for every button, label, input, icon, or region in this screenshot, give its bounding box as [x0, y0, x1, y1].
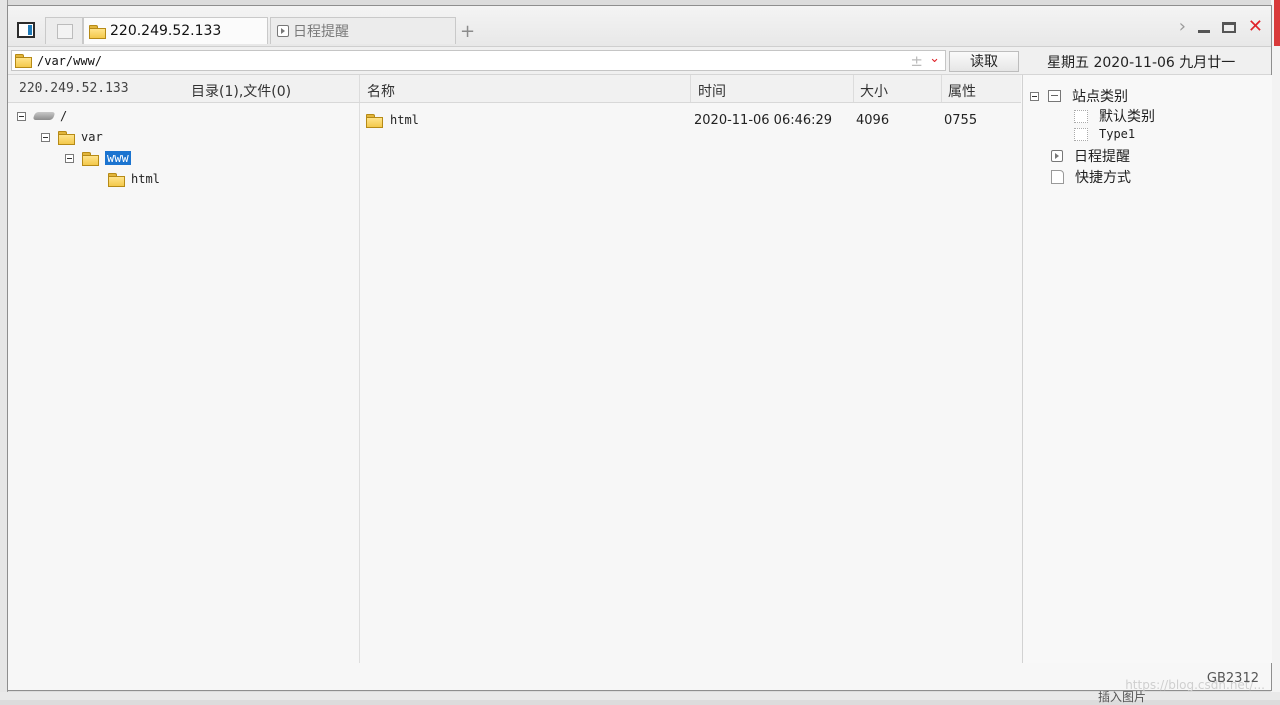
type1-label: Type1 [1099, 127, 1136, 141]
blank-page-icon [57, 23, 73, 39]
column-header-name[interactable]: 名称 [367, 81, 395, 101]
schedule-icon [1051, 150, 1063, 162]
tab-server-label: 220.249.52.133 [110, 23, 222, 39]
encoding-status[interactable]: GB2312 [1207, 671, 1259, 686]
column-header-size[interactable]: 大小 [860, 81, 888, 101]
next-tab-icon[interactable]: › [1179, 18, 1186, 36]
shortcut-label: 快捷方式 [1075, 170, 1131, 186]
background-bottom-edge [0, 692, 1280, 700]
column-header-attr[interactable]: 属性 [948, 81, 976, 101]
collapse-icon[interactable] [41, 132, 50, 142]
tree-node-label: html [131, 172, 160, 186]
address-row: ± ⌄ 读取 星期五 2020-11-06 九月廿一 [8, 47, 1271, 75]
column-divider [853, 75, 854, 102]
path-input[interactable] [37, 53, 897, 68]
folder-open-icon [82, 151, 99, 166]
tree-host-header: 220.249.52.133 [19, 81, 129, 96]
background-red-tab [1274, 0, 1280, 46]
close-icon[interactable]: ✕ [1248, 18, 1263, 36]
tree-node-label: var [81, 130, 103, 144]
category-icon [1048, 90, 1061, 102]
window-controls: › ✕ [1167, 18, 1263, 36]
minimize-icon[interactable] [1197, 29, 1210, 33]
tree-node-label-selected: www [105, 151, 131, 165]
category-item-icon [1074, 109, 1088, 123]
tab-schedule[interactable]: 日程提醒 [270, 17, 456, 44]
tree-node-label: / [60, 109, 68, 123]
shortcut-node[interactable]: 快捷方式 [1051, 167, 1131, 187]
column-header-row: 220.249.52.133 目录(1),文件(0) 名称 时间 大小 属性 [8, 75, 1021, 103]
default-category-node[interactable]: 默认类别 [1074, 106, 1155, 126]
drive-icon [32, 112, 56, 120]
column-divider [690, 75, 691, 102]
maximize-icon[interactable] [1221, 21, 1236, 33]
tab-bar: 220.249.52.133 日程提醒 + › ✕ [8, 6, 1271, 47]
shortcut-icon [1051, 170, 1064, 184]
chevron-down-icon[interactable]: ⌄ [929, 51, 940, 66]
file-name: html [390, 113, 419, 127]
tab-server[interactable]: 220.249.52.133 [83, 17, 268, 44]
background-right-edge [1271, 0, 1280, 700]
bookmark-icon[interactable]: ± [910, 52, 923, 70]
folder-icon [89, 24, 106, 39]
tab-blank[interactable] [45, 17, 83, 44]
collapse-icon[interactable] [65, 153, 74, 163]
type1-node[interactable]: Type1 [1074, 127, 1135, 141]
read-button[interactable]: 读取 [949, 51, 1019, 72]
tab-schedule-label: 日程提醒 [293, 24, 349, 40]
add-tab-button[interactable]: + [460, 21, 475, 42]
schedule-icon [277, 25, 289, 37]
tree-node-root[interactable]: / [17, 109, 67, 123]
collapse-icon[interactable] [1030, 91, 1039, 101]
site-category-label: 站点类别 [1072, 89, 1128, 105]
file-manager-window: 220.249.52.133 日程提醒 + › ✕ ± ⌄ 读取 星期五 202… [7, 5, 1272, 692]
directory-tree: / var www html [8, 103, 360, 663]
column-header-time[interactable]: 时间 [698, 81, 726, 101]
file-time: 2020-11-06 06:46:29 [694, 113, 833, 128]
collapse-icon[interactable] [17, 111, 26, 121]
tree-node-www[interactable]: www [65, 151, 131, 166]
schedule-node[interactable]: 日程提醒 [1051, 146, 1130, 166]
column-divider [359, 75, 360, 102]
file-attr: 0755 [944, 113, 978, 128]
panel-toggle-icon[interactable] [17, 22, 35, 38]
folder-icon [58, 130, 75, 145]
address-bar: ± ⌄ [11, 50, 946, 71]
folder-icon [366, 114, 383, 128]
default-category-label: 默认类别 [1099, 109, 1155, 125]
tree-node-html[interactable]: html [103, 172, 160, 187]
category-item-icon [1074, 127, 1088, 141]
tree-node-var[interactable]: var [41, 130, 103, 145]
date-label: 星期五 2020-11-06 九月廿一 [1047, 55, 1236, 71]
folder-icon [108, 172, 125, 187]
file-size: 4096 [856, 113, 890, 128]
file-row[interactable]: html 2020-11-06 06:46:29 4096 0755 [360, 112, 1021, 132]
site-category-node[interactable]: 站点类别 [1030, 86, 1128, 106]
side-panel: 站点类别 默认类别 Type1 日程提醒 快捷方式 [1022, 75, 1272, 663]
schedule-label: 日程提醒 [1074, 149, 1130, 165]
tree-count-header: 目录(1),文件(0) [191, 84, 292, 100]
file-list: html 2020-11-06 06:46:29 4096 0755 [360, 103, 1021, 663]
column-divider [941, 75, 942, 102]
folder-icon [15, 54, 32, 68]
